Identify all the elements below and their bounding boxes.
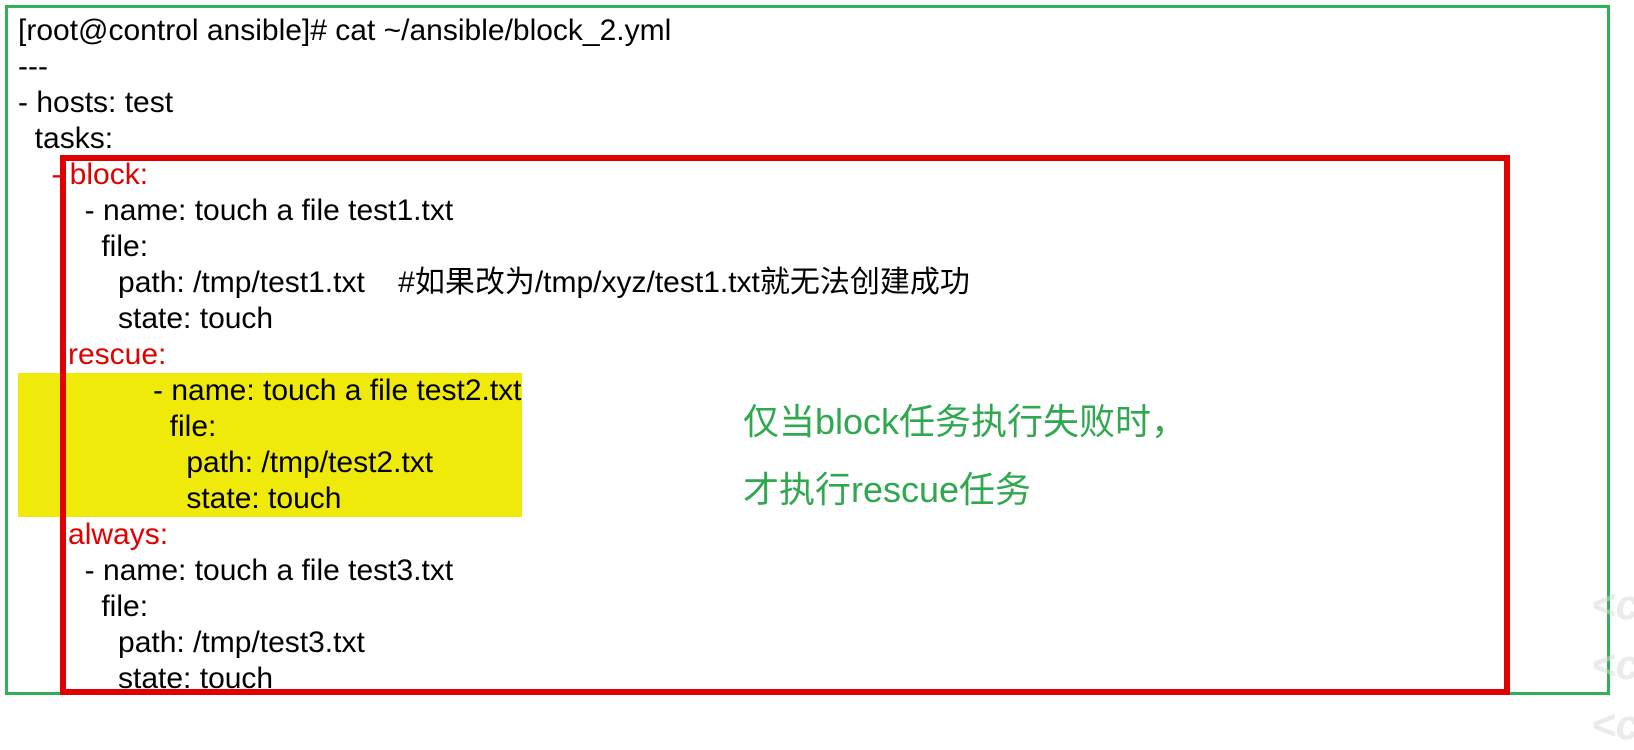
yaml-doc-start: --- [8, 49, 1607, 85]
block-task-path: path: /tmp/test1.txt #如果改为/tmp/xyz/test1… [8, 265, 1607, 301]
shell-prompt: [root@control ansible]# cat ~/ansible/bl… [8, 13, 1607, 49]
rescue-task-file: file: [153, 409, 522, 445]
annotation-line2: 才执行rescue任务 [743, 456, 1187, 524]
yaml-tasks: tasks: [8, 121, 1607, 157]
always-task-file: file: [8, 589, 1607, 625]
block-task-name: - name: touch a file test1.txt [8, 193, 1607, 229]
yaml-hosts: - hosts: test [8, 85, 1607, 121]
yaml-block-key: - block: [8, 157, 1607, 193]
always-task-name: - name: touch a file test3.txt [8, 553, 1607, 589]
block-task-state: state: touch [8, 301, 1607, 337]
rescue-task-name: - name: touch a file test2.txt [153, 373, 522, 409]
watermark-icon: <c [1591, 700, 1634, 750]
annotation-line1: 仅当block任务执行失败时， [743, 388, 1187, 456]
rescue-task-path: path: /tmp/test2.txt [153, 445, 522, 481]
terminal-frame: [root@control ansible]# cat ~/ansible/bl… [5, 5, 1610, 695]
code-content: [root@control ansible]# cat ~/ansible/bl… [8, 8, 1607, 697]
always-task-path: path: /tmp/test3.txt [8, 625, 1607, 661]
rescue-task-state: state: touch [153, 481, 522, 517]
always-task-state: state: touch [8, 661, 1607, 697]
yaml-rescue-key: rescue: [8, 337, 1607, 373]
annotation-note: 仅当block任务执行失败时， 才执行rescue任务 [743, 388, 1187, 525]
block-task-file: file: [8, 229, 1607, 265]
